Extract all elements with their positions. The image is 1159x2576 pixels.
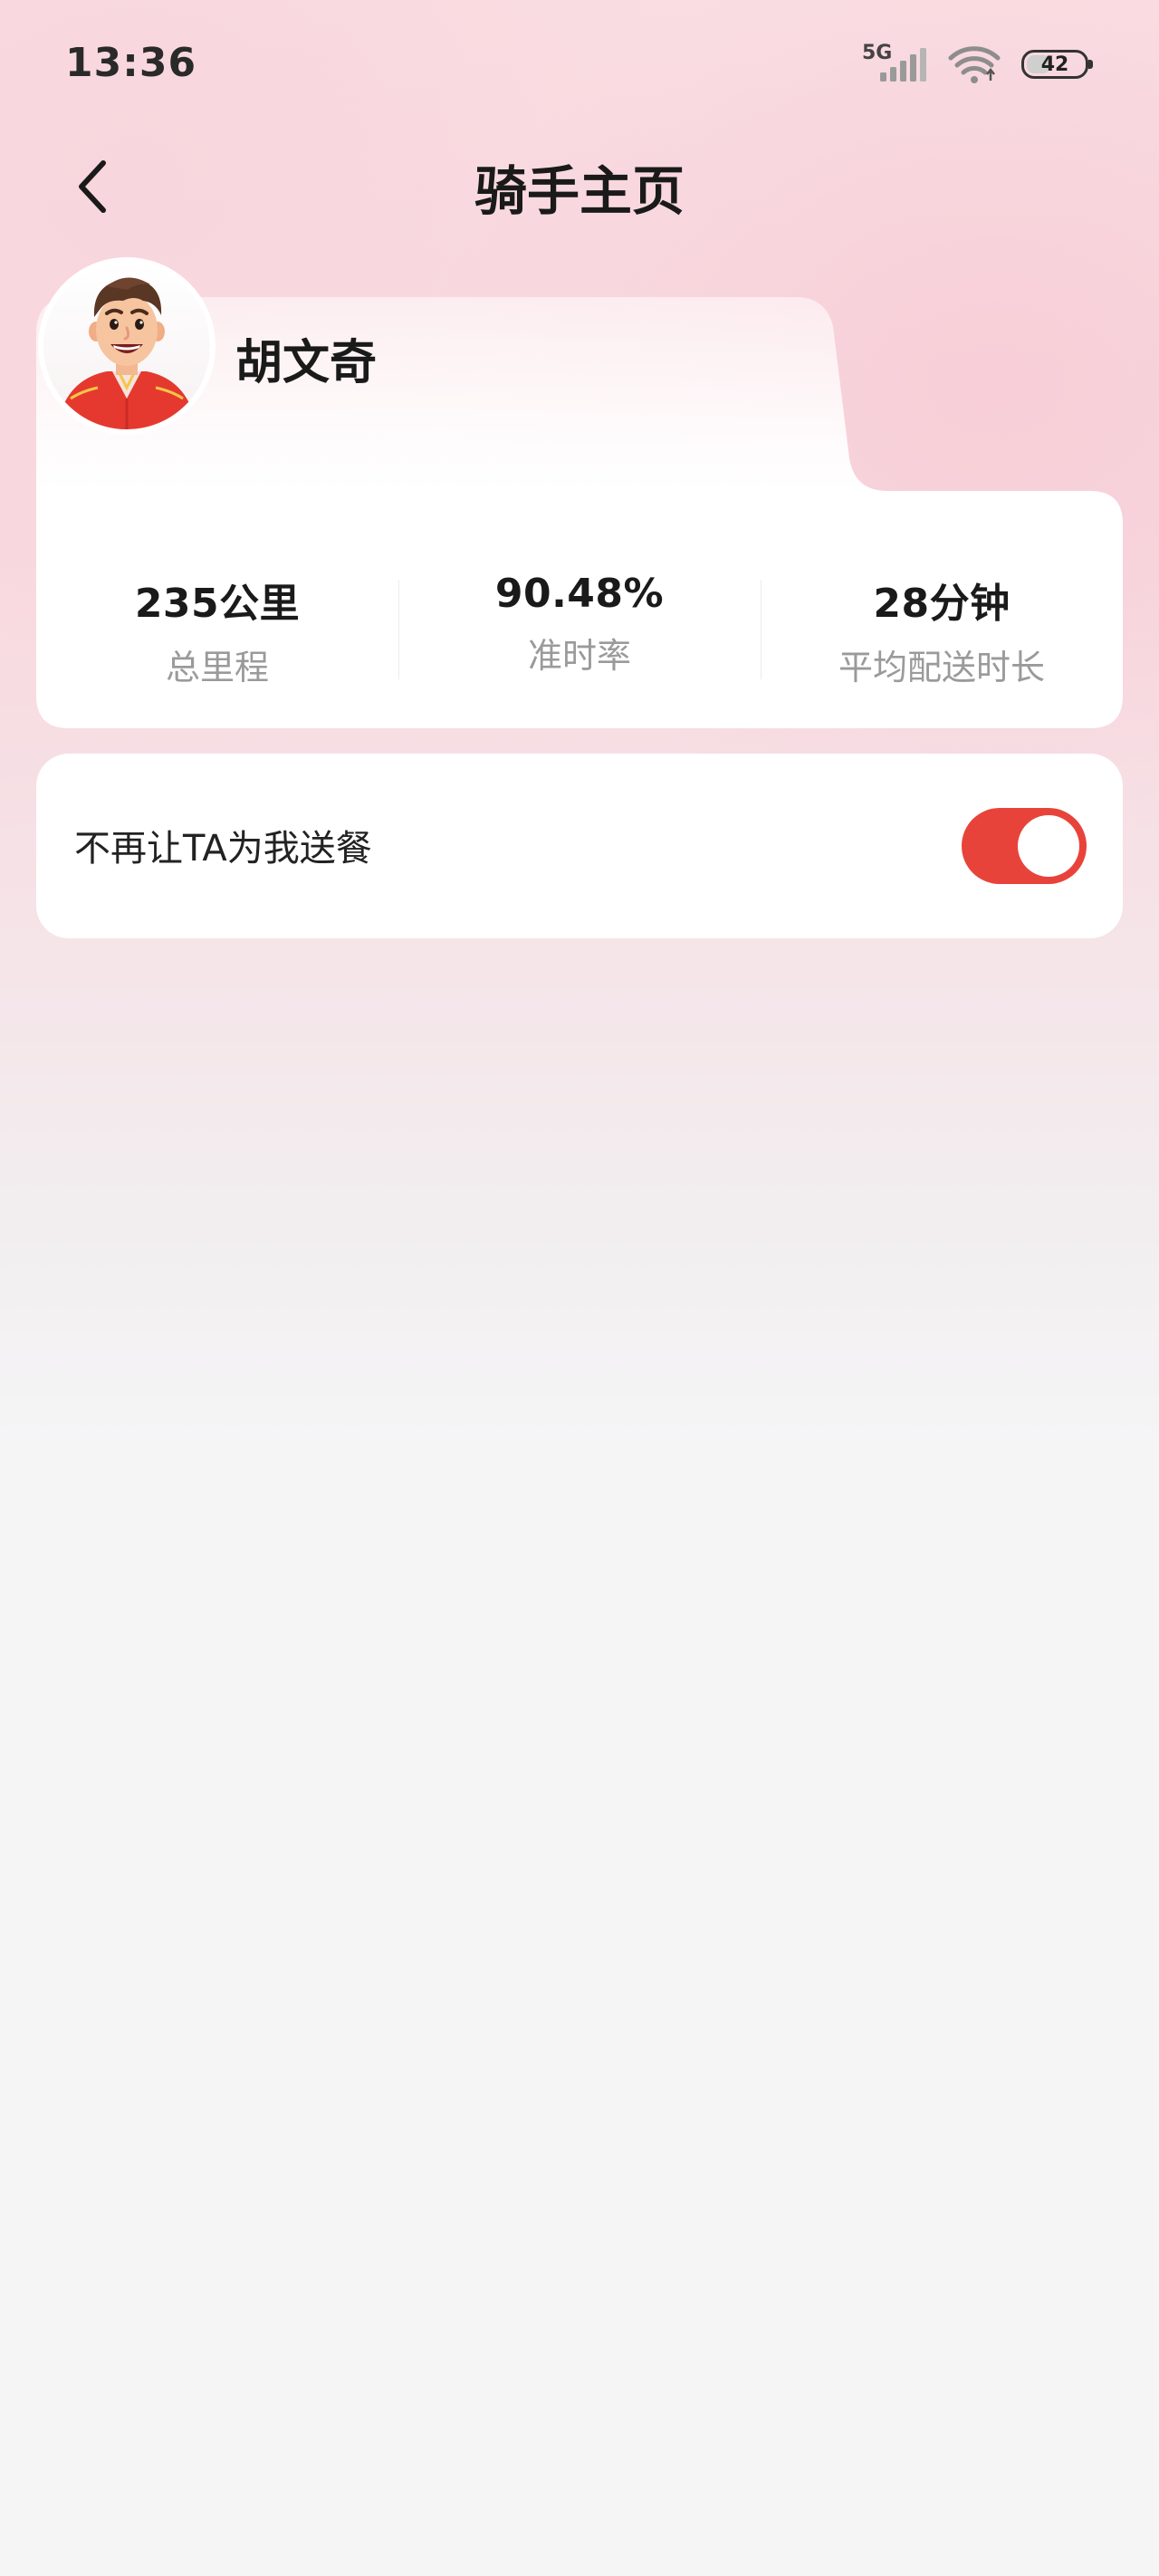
block-rider-label: 不再让TA为我送餐 [74, 828, 372, 870]
battery-level-text: 42 [1040, 53, 1069, 76]
stat-value: 28分钟 [873, 581, 1011, 627]
block-rider-setting-card: 不再让TA为我送餐 [36, 754, 1123, 938]
block-rider-toggle[interactable] [962, 808, 1087, 884]
toggle-knob [1018, 815, 1079, 877]
rider-stats: 235公里 总里程 90.48% 准时率 28分钟 平均配送时长 [36, 553, 1123, 687]
battery-icon: 42 [1021, 50, 1093, 79]
stat-total-distance: 235公里 总里程 [36, 553, 398, 687]
stat-average-delivery-time: 28分钟 平均配送时长 [761, 553, 1123, 687]
page-header: 骑手主页 [0, 136, 1159, 235]
rider-name: 胡文奇 [235, 336, 378, 390]
stat-label: 准时率 [527, 636, 631, 676]
rider-avatar [38, 257, 216, 435]
stat-label: 平均配送时长 [838, 648, 1045, 687]
cellular-signal-icon: 5G [862, 42, 927, 87]
status-icons: 5G 42 [862, 42, 1093, 87]
stat-on-time-rate: 90.48% 准时率 [398, 553, 761, 679]
stat-value: 90.48% [494, 571, 665, 617]
page-title: 骑手主页 [474, 160, 685, 222]
status-bar: 13:36 5G 42 [0, 0, 1159, 136]
stat-label: 总里程 [165, 648, 269, 687]
wifi-icon [948, 46, 1001, 83]
rider-profile-card: 胡文奇 235公里 总里程 90.48% 准时率 28分钟 平均配送时长 [36, 257, 1123, 728]
stat-value: 235公里 [134, 581, 301, 627]
status-time: 13:36 [65, 40, 197, 86]
rider-avatar-illustration [60, 277, 194, 429]
